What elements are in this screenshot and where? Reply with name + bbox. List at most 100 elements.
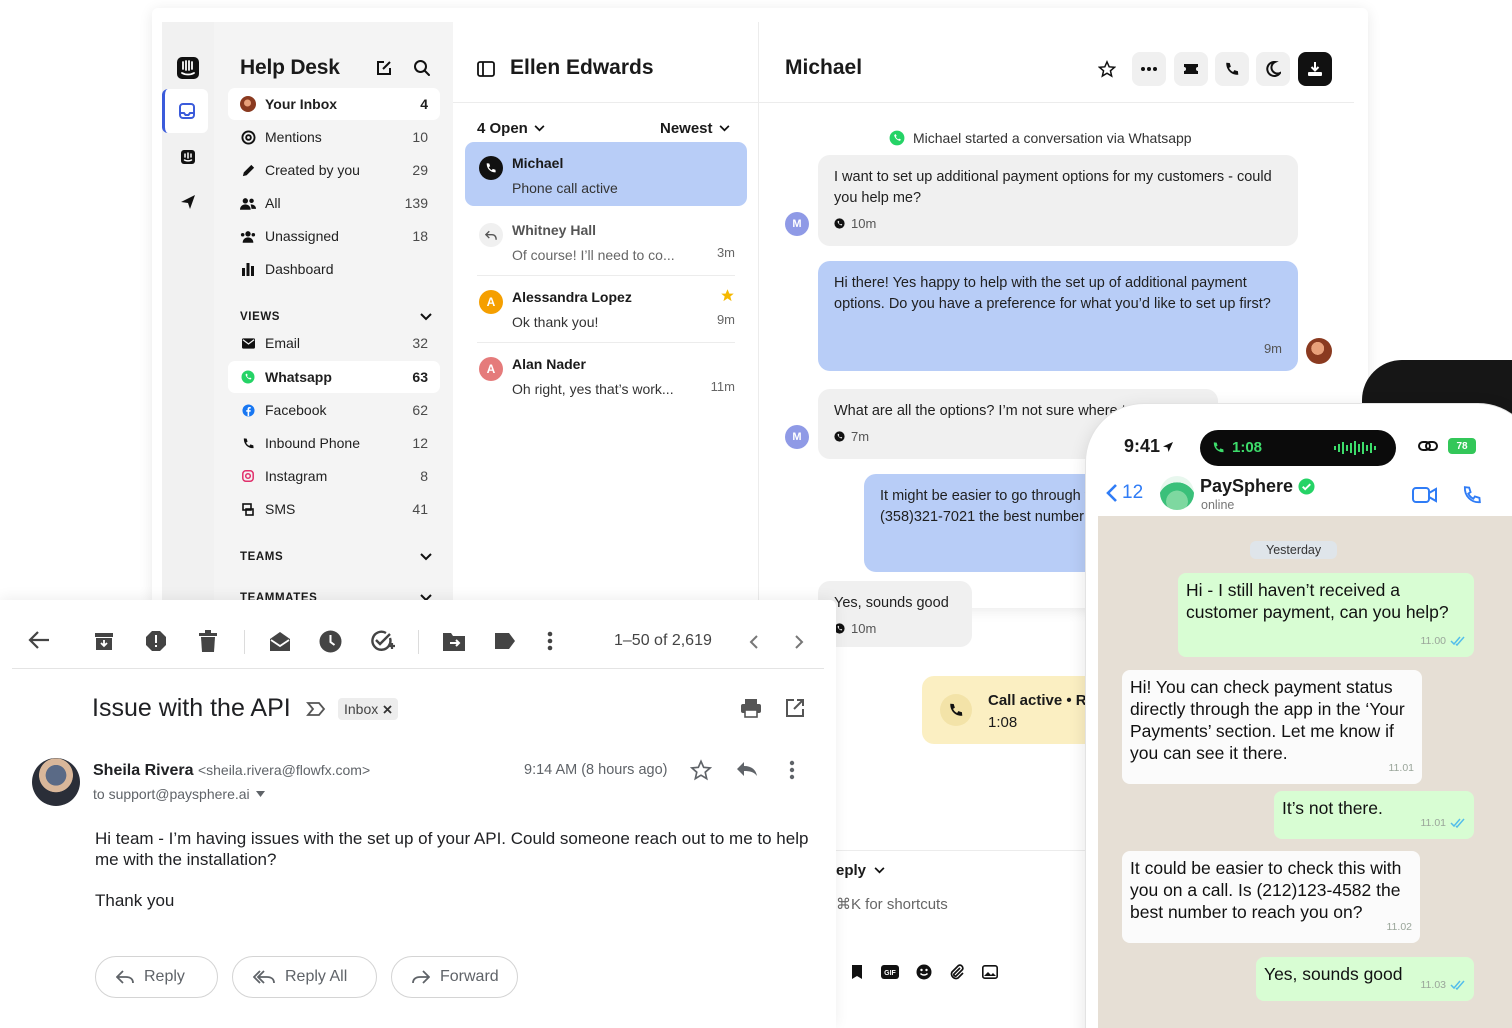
- snooze-button[interactable]: [1256, 52, 1290, 86]
- print-icon[interactable]: [740, 698, 764, 722]
- phone-call-icon: [479, 156, 503, 180]
- more-vertical-icon[interactable]: [789, 760, 813, 784]
- reply-button[interactable]: Reply: [95, 956, 218, 998]
- views-heading[interactable]: VIEWS: [240, 311, 432, 323]
- composer-placeholder[interactable]: ⌘K for shortcuts: [836, 895, 948, 913]
- conversation-item-whitney-hall[interactable]: Whitney Hall Of course! I’ll need to co.…: [465, 209, 747, 273]
- conversation-time: 11m: [710, 379, 735, 394]
- email-timestamp: 9:14 AM (8 hours ago): [524, 762, 668, 778]
- view-item-sms[interactable]: SMS 41: [228, 493, 440, 525]
- sidebar-item-created-by-you[interactable]: Created by you 29: [228, 154, 440, 186]
- view-item-facebook[interactable]: Facebook 62: [228, 394, 440, 426]
- search-icon[interactable]: [412, 58, 432, 78]
- recipient-line[interactable]: to support@paysphere.ai: [93, 786, 265, 802]
- chevron-down-icon: [534, 125, 545, 132]
- chevron-right-icon[interactable]: [793, 634, 817, 658]
- sidebar-item-unassigned[interactable]: Unassigned 18: [228, 220, 440, 252]
- system-message-text: Michael started a conversation via Whats…: [913, 130, 1192, 146]
- conversation-item-michael[interactable]: Michael Phone call active: [465, 142, 747, 206]
- sidebar-title: Help Desk: [240, 56, 340, 79]
- email-window: 1–50 of 2,619 Issue with the API Inbox S…: [0, 600, 836, 1028]
- back-button[interactable]: 12: [1106, 482, 1143, 504]
- message-time: 11.01: [1388, 762, 1415, 774]
- view-item-count: 12: [412, 435, 428, 451]
- emoji-icon[interactable]: [916, 964, 932, 980]
- status-filter[interactable]: 4 Open: [477, 120, 545, 137]
- message-meta: 11.02: [1387, 916, 1413, 938]
- close-icon[interactable]: [383, 704, 392, 714]
- forward-button[interactable]: Forward: [391, 956, 518, 998]
- video-call-icon[interactable]: [1412, 486, 1438, 504]
- panel-toggle-icon[interactable]: [477, 61, 495, 77]
- instagram-icon: [240, 468, 256, 484]
- snooze-clock-icon[interactable]: [319, 630, 343, 654]
- active-call-card[interactable]: Call active • Re 1:08: [922, 676, 1102, 744]
- open-in-new-window-icon[interactable]: [785, 698, 809, 722]
- message-time: 11.01: [1420, 817, 1447, 829]
- chevron-left-icon[interactable]: [748, 634, 772, 658]
- conversation-name: Alan Nader: [512, 356, 586, 372]
- conversation-title: Michael: [785, 56, 863, 79]
- label-chip[interactable]: Inbox: [338, 698, 399, 720]
- report-spam-icon[interactable]: [145, 630, 169, 654]
- double-check-icon: [1450, 818, 1466, 828]
- mark-unread-icon[interactable]: [268, 630, 292, 654]
- sidebar-item-your-inbox[interactable]: Your Inbox 4: [228, 88, 440, 120]
- avatar: M: [785, 425, 809, 449]
- teams-heading[interactable]: TEAMS: [240, 551, 432, 563]
- sidebar-item-dashboard[interactable]: Dashboard: [228, 253, 440, 285]
- conversation-preview: Phone call active: [512, 180, 618, 196]
- image-icon[interactable]: [982, 965, 998, 979]
- email-body: Hi team - I’m having issues with the set…: [95, 828, 815, 911]
- conversation-item-alessandra-lopez[interactable]: A Alessandra Lopez Ok thank you! 9m: [465, 276, 747, 340]
- view-item-instagram[interactable]: Instagram 8: [228, 460, 440, 492]
- archive-icon[interactable]: [93, 630, 117, 654]
- phone-icon: [240, 435, 256, 451]
- delete-icon[interactable]: [198, 630, 222, 654]
- view-item-whatsapp[interactable]: Whatsapp 63: [228, 361, 440, 393]
- sidebar-item-all[interactable]: All 139: [228, 187, 440, 219]
- label-icon[interactable]: [494, 632, 518, 656]
- add-task-icon[interactable]: [370, 629, 395, 653]
- view-item-inbound-phone[interactable]: Inbound Phone 12: [228, 427, 440, 459]
- views-heading-label: VIEWS: [240, 311, 281, 323]
- composer-toolbar: GIF: [850, 964, 998, 980]
- more-button[interactable]: [1132, 52, 1166, 86]
- contact-avatar[interactable]: [1160, 476, 1194, 510]
- ticket-button[interactable]: [1174, 52, 1208, 86]
- attachment-icon[interactable]: [949, 964, 965, 980]
- app-logo-icon[interactable]: [165, 46, 211, 90]
- reply-all-button[interactable]: Reply All: [232, 956, 377, 998]
- more-vertical-icon[interactable]: [547, 630, 571, 654]
- phone-icon: [1226, 62, 1239, 75]
- contact-name-row[interactable]: PaySphere: [1200, 476, 1315, 497]
- moon-icon: [1266, 61, 1281, 77]
- inbox-rail-icon[interactable]: [162, 89, 208, 133]
- view-item-email[interactable]: Email 32: [228, 327, 440, 359]
- call-button[interactable]: [1215, 52, 1249, 86]
- list-title: Ellen Edwards: [510, 56, 654, 79]
- bookmark-icon[interactable]: [850, 964, 864, 980]
- star-button[interactable]: [1090, 52, 1124, 86]
- conversation-time: 3m: [716, 245, 735, 260]
- fin-rail-icon[interactable]: [165, 135, 211, 179]
- nav-rail: [162, 22, 214, 608]
- move-to-icon[interactable]: [442, 631, 466, 655]
- sidebar-item-mentions[interactable]: Mentions 10: [228, 121, 440, 153]
- message-bubble-incoming: It could be easier to check this with yo…: [1122, 851, 1420, 943]
- view-item-label: Whatsapp: [265, 369, 332, 385]
- important-marker-icon[interactable]: [306, 701, 326, 717]
- sort-dropdown[interactable]: Newest: [660, 120, 730, 137]
- reply-icon[interactable]: [736, 761, 760, 785]
- voice-call-icon[interactable]: [1462, 485, 1482, 505]
- outbound-rail-icon[interactable]: [165, 180, 211, 224]
- gif-icon[interactable]: GIF: [881, 965, 899, 979]
- people-icon: [240, 195, 256, 211]
- compose-icon[interactable]: [374, 58, 394, 78]
- close-conversation-button[interactable]: [1298, 52, 1332, 86]
- star-icon[interactable]: [690, 759, 714, 783]
- chevron-down-icon: [420, 553, 432, 561]
- back-arrow-icon[interactable]: [28, 630, 52, 654]
- reply-mode-dropdown[interactable]: eply: [836, 862, 885, 879]
- conversation-item-alan-nader[interactable]: A Alan Nader Oh right, yes that’s work..…: [465, 343, 747, 407]
